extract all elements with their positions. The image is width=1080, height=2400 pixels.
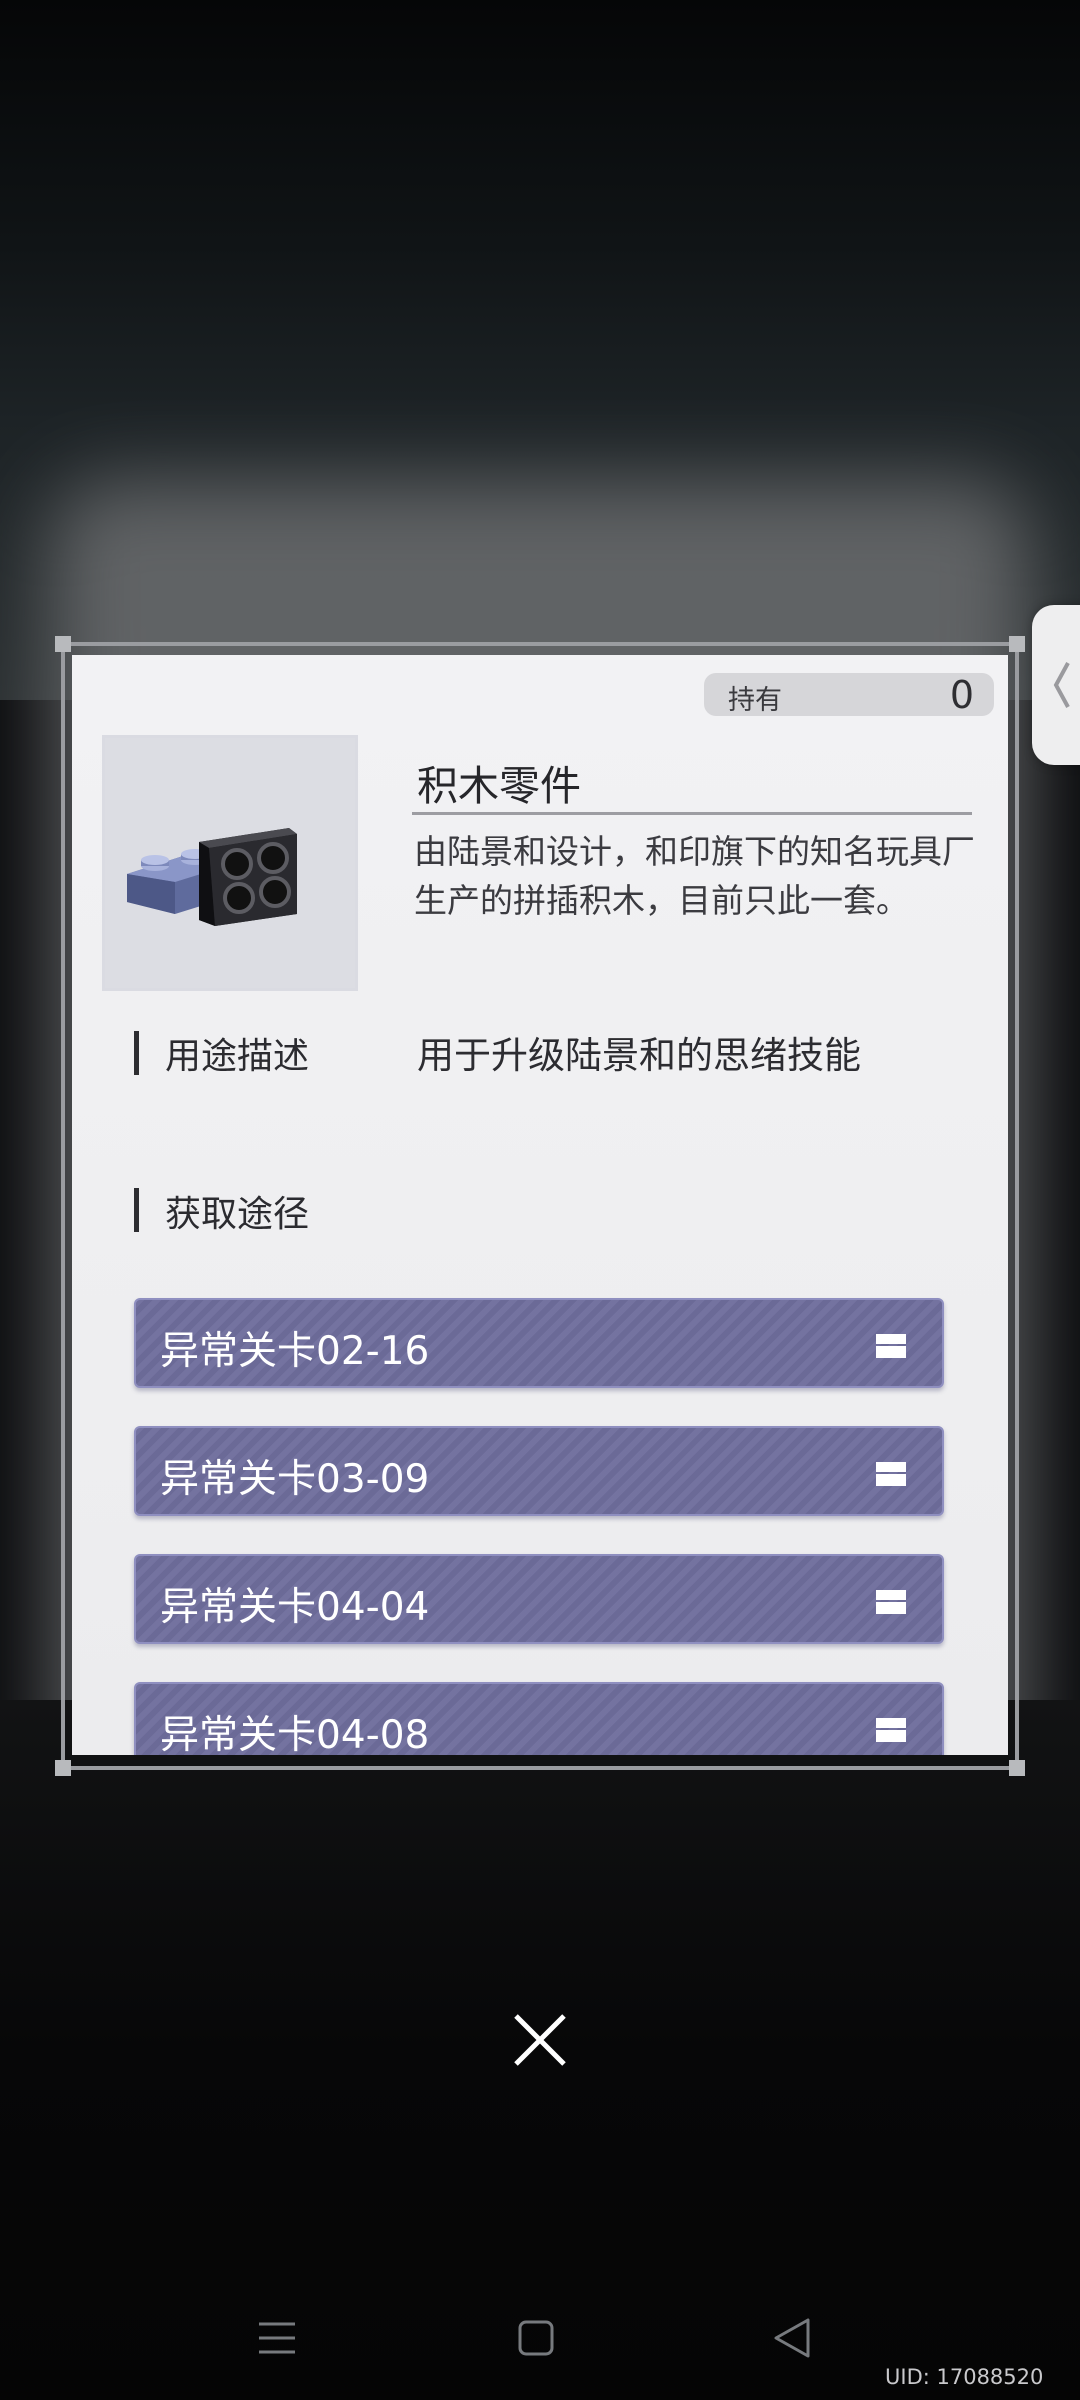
lock-icon: [876, 1590, 906, 1614]
usage-title: 用途描述: [165, 1036, 310, 1077]
lock-icon: [876, 1334, 906, 1358]
section-marker: [134, 1031, 139, 1075]
owned-label: 持有: [728, 685, 782, 716]
item-name: 积木零件: [417, 762, 581, 810]
back-triangle-icon[interactable]: [772, 2316, 812, 2360]
side-tab[interactable]: [1032, 605, 1080, 765]
acquire-route-button[interactable]: 异常关卡02-16: [134, 1298, 944, 1388]
acquire-route-button[interactable]: 异常关卡04-08: [134, 1682, 944, 1755]
frame-corner: [1009, 636, 1025, 652]
acquire-route-button[interactable]: 异常关卡04-04: [134, 1554, 944, 1644]
frame-corner: [55, 1760, 71, 1776]
acquire-title: 获取途径: [165, 1194, 310, 1235]
frame-corner: [55, 636, 71, 652]
home-square-icon[interactable]: [516, 2318, 556, 2358]
item-detail-panel: 持有 0 积木零件 由陆景和设计，和印旗下的知名玩具厂生产的拼插积木，目前只此一…: [72, 655, 1008, 1755]
acquire-route-button[interactable]: 异常关卡03-09: [134, 1426, 944, 1516]
owned-badge: 持有 0: [704, 673, 994, 717]
frame-corner: [1009, 1760, 1025, 1776]
usage-text: 用于升级陆景和的思绪技能: [417, 1034, 861, 1077]
owned-count: 0: [949, 673, 974, 717]
lock-icon: [876, 1718, 906, 1742]
route-label: 异常关卡04-04: [160, 1585, 430, 1630]
building-block-icon: [127, 828, 297, 926]
item-icon-frame: [102, 735, 358, 991]
menu-icon[interactable]: [257, 2318, 297, 2358]
lock-icon: [876, 1462, 906, 1486]
chevron-left-icon: [1053, 662, 1070, 708]
name-divider: [412, 812, 972, 815]
close-icon[interactable]: [508, 2008, 572, 2072]
item-description: 由陆景和设计，和印旗下的知名玩具厂生产的拼插积木，目前只此一套。: [414, 832, 975, 920]
section-marker: [134, 1188, 139, 1232]
route-label: 异常关卡02-16: [160, 1329, 430, 1374]
route-label: 异常关卡03-09: [160, 1457, 430, 1502]
route-label: 异常关卡04-08: [160, 1713, 430, 1755]
uid-label: UID: 17088520: [885, 2365, 1044, 2389]
